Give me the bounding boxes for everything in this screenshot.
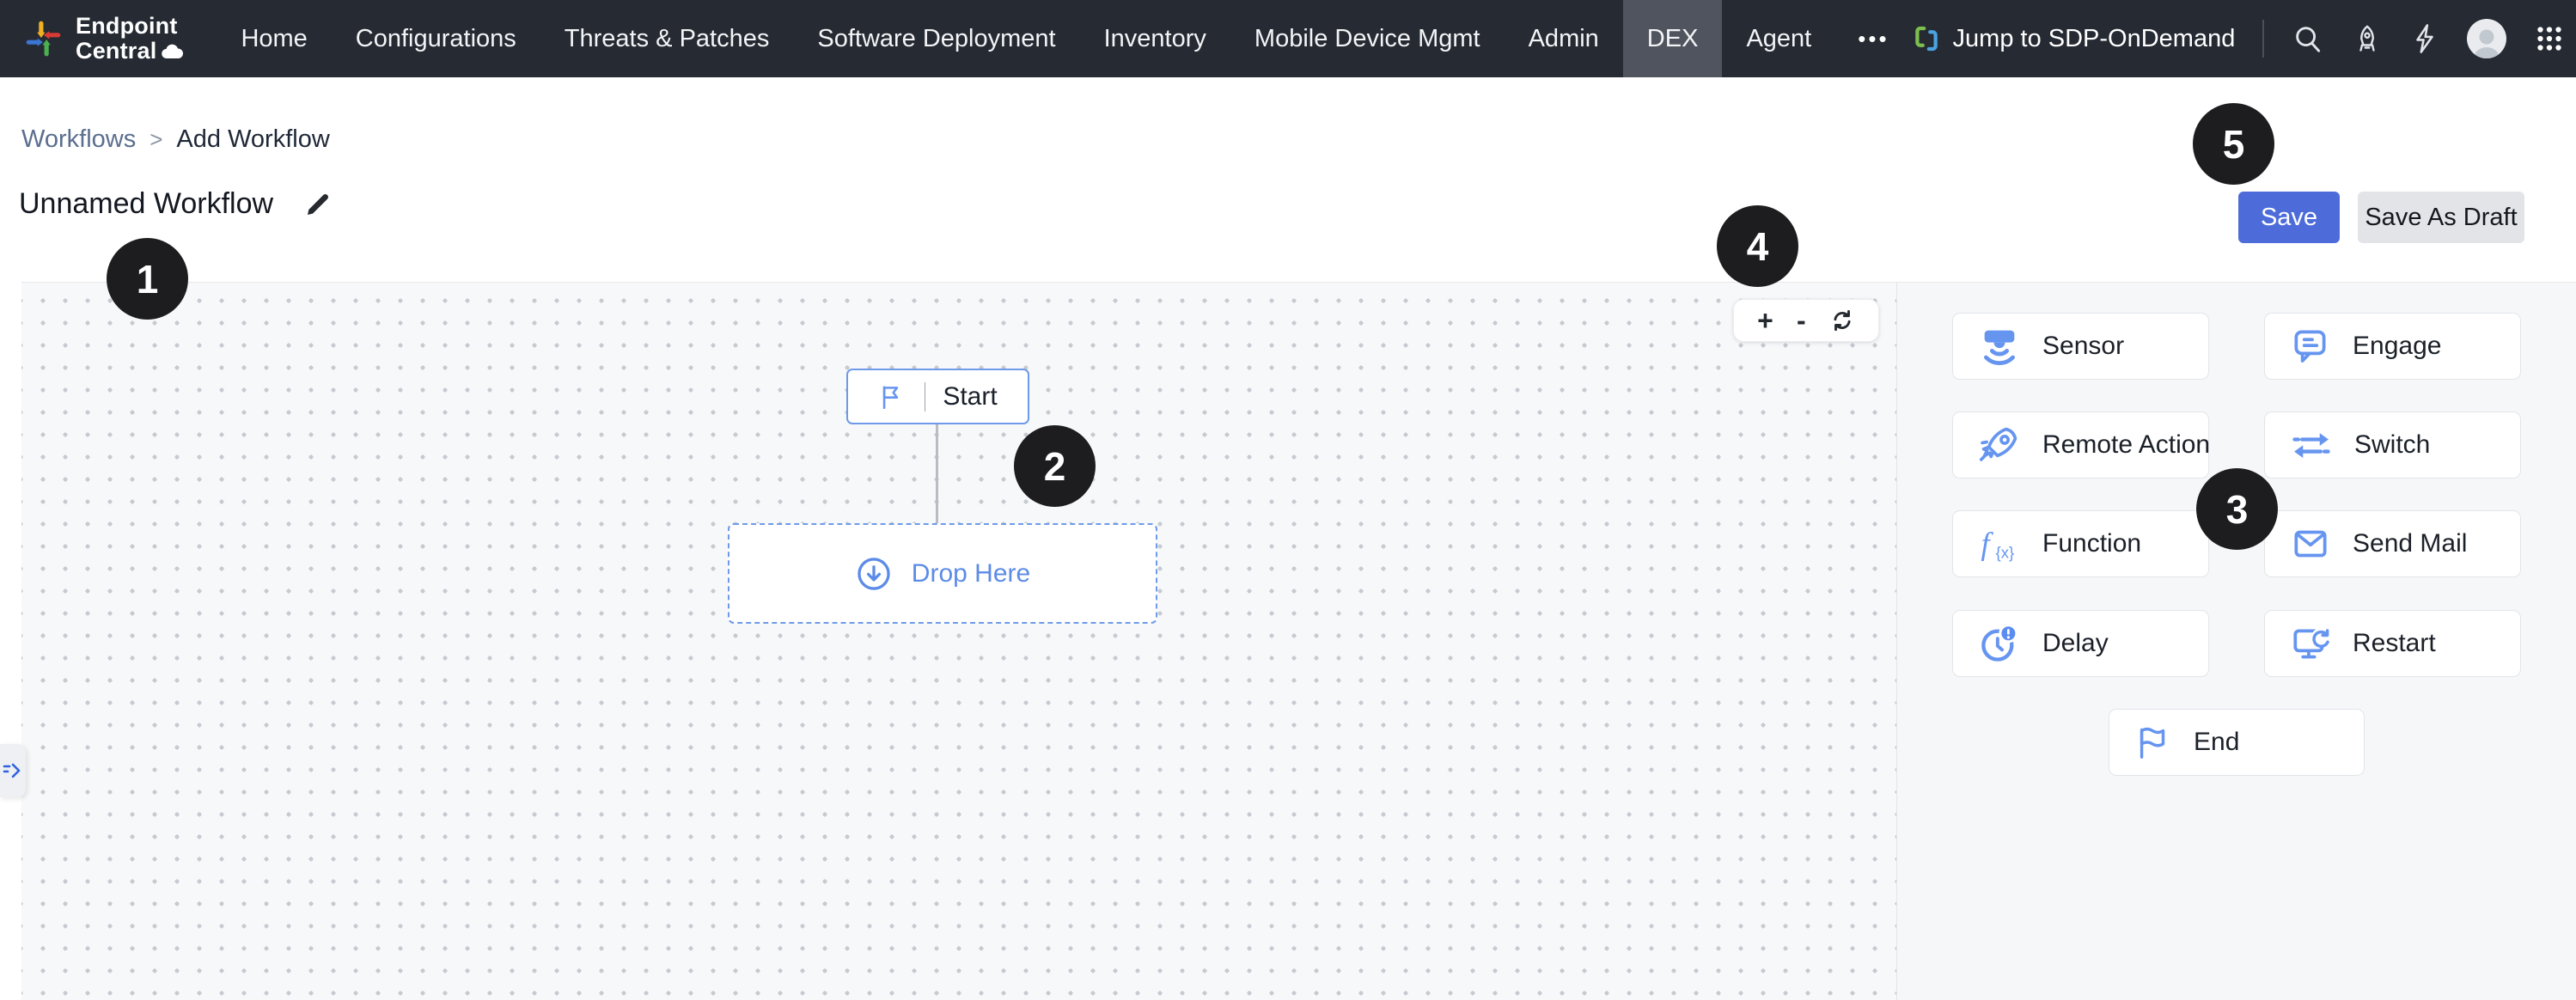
palette-card-delay[interactable]: Delay xyxy=(1952,610,2209,677)
function-icon: f {x} xyxy=(1977,521,2022,566)
sdp-ondemand-icon xyxy=(1912,24,1941,53)
zoom-in-button[interactable]: + xyxy=(1757,307,1773,334)
nav-item-agent[interactable]: Agent xyxy=(1722,0,1835,77)
svg-text:{x}: {x} xyxy=(1996,543,2015,561)
delay-clock-icon xyxy=(1977,621,2022,666)
palette-label: Remote Action xyxy=(2042,430,2210,460)
user-avatar[interactable] xyxy=(2467,19,2506,58)
palette-card-function[interactable]: f {x} Function xyxy=(1952,510,2209,577)
main-nav-menu: Home Configurations Threats & Patches So… xyxy=(217,0,1911,77)
double-chevron-right-icon xyxy=(3,760,23,781)
zoom-out-button[interactable]: - xyxy=(1797,307,1806,334)
breadcrumb-current: Add Workflow xyxy=(176,125,329,154)
palette-card-sensor[interactable]: Sensor xyxy=(1952,313,2209,380)
workflow-title-row: Unnamed Workflow xyxy=(19,187,332,221)
save-button[interactable]: Save xyxy=(2238,192,2340,243)
palette-label: End xyxy=(2194,728,2239,757)
nav-item-software-deployment[interactable]: Software Deployment xyxy=(793,0,1079,77)
breadcrumb-separator: > xyxy=(150,126,162,153)
breadcrumb: Workflows > Add Workflow xyxy=(21,125,330,154)
palette-card-end[interactable]: End xyxy=(2109,709,2365,776)
rocket-icon[interactable] xyxy=(2352,23,2383,54)
palette-card-restart[interactable]: Restart xyxy=(2264,610,2521,677)
jump-to-sdp-label: Jump to SDP-OnDemand xyxy=(1953,25,2236,53)
palette-label: Delay xyxy=(2042,629,2109,658)
start-node-label: Start xyxy=(943,382,997,412)
drop-arrow-icon xyxy=(855,555,893,593)
svg-text:f: f xyxy=(1981,526,1993,561)
annotation-badge-2: 2 xyxy=(1014,425,1096,507)
search-icon[interactable] xyxy=(2292,22,2324,55)
palette-label: Send Mail xyxy=(2353,529,2467,558)
start-flag-icon xyxy=(878,382,907,412)
nav-item-dex[interactable]: DEX xyxy=(1623,0,1723,77)
palette-label: Function xyxy=(2042,529,2141,558)
expand-panel-tab[interactable] xyxy=(0,744,26,797)
annotation-badge-4: 4 xyxy=(1717,205,1798,287)
nav-overflow-menu[interactable]: ••• xyxy=(1835,0,1911,77)
navbar-right-cluster: Jump to SDP-OnDemand xyxy=(1912,0,2576,77)
end-flag-icon xyxy=(2133,723,2173,762)
zoom-reset-icon[interactable] xyxy=(1829,308,1855,333)
remote-action-rocket-icon xyxy=(1977,423,2022,467)
lightning-bolt-icon[interactable] xyxy=(2410,22,2439,55)
send-mail-envelope-icon xyxy=(2289,522,2332,565)
endpoint-central-logo-icon xyxy=(24,19,64,58)
annotation-badge-3: 3 xyxy=(2196,468,2278,550)
drop-here-label: Drop Here xyxy=(912,559,1030,588)
breadcrumb-workflows-link[interactable]: Workflows xyxy=(21,125,136,154)
annotation-badge-5: 5 xyxy=(2193,103,2274,185)
nav-item-threats-patches[interactable]: Threats & Patches xyxy=(540,0,794,77)
brand-name: Endpoint Central xyxy=(76,14,184,64)
nav-item-mobile-device-mgmt[interactable]: Mobile Device Mgmt xyxy=(1230,0,1505,77)
annotation-badge-1: 1 xyxy=(107,238,188,320)
apps-grid-icon[interactable] xyxy=(2534,23,2565,54)
page-title: Unnamed Workflow xyxy=(19,187,273,221)
palette-label: Sensor xyxy=(2042,332,2124,361)
nav-item-inventory[interactable]: Inventory xyxy=(1080,0,1230,77)
palette-label: Engage xyxy=(2353,332,2441,361)
restart-monitor-icon xyxy=(2289,622,2332,665)
nav-item-home[interactable]: Home xyxy=(217,0,331,77)
jump-to-sdp-link[interactable]: Jump to SDP-OnDemand xyxy=(1912,24,2236,53)
navbar-divider xyxy=(2262,20,2264,58)
switch-arrows-icon xyxy=(2289,426,2334,464)
edit-title-pencil-icon[interactable] xyxy=(304,191,332,218)
sensor-icon xyxy=(1977,324,2022,369)
canvas-zoom-toolbar: + - xyxy=(1733,299,1879,342)
cloud-icon xyxy=(162,44,184,59)
top-navbar: Endpoint Central Home Configurations Thr… xyxy=(0,0,2576,77)
workflow-canvas[interactable]: + - Start Drop Here xyxy=(21,282,1896,1000)
header-actions: Save Save As Draft xyxy=(2238,192,2524,243)
save-as-draft-button[interactable]: Save As Draft xyxy=(2358,192,2524,243)
start-node[interactable]: Start xyxy=(846,369,1029,424)
connector-line xyxy=(936,424,938,523)
palette-label: Restart xyxy=(2353,629,2436,658)
left-rail xyxy=(0,282,21,1000)
node-palette-panel: Sensor Engage Remote Action xyxy=(1896,282,2576,1000)
nav-item-admin[interactable]: Admin xyxy=(1505,0,1623,77)
palette-card-remote-action[interactable]: Remote Action xyxy=(1952,412,2209,479)
palette-card-send-mail[interactable]: Send Mail xyxy=(2264,510,2521,577)
brand-logo: Endpoint Central xyxy=(0,0,184,77)
palette-card-engage[interactable]: Engage xyxy=(2264,313,2521,380)
palette-card-switch[interactable]: Switch xyxy=(2264,412,2521,479)
drop-here-zone[interactable]: Drop Here xyxy=(728,523,1157,624)
engage-icon xyxy=(2289,325,2332,368)
nav-item-configurations[interactable]: Configurations xyxy=(332,0,540,77)
palette-label: Switch xyxy=(2354,430,2430,460)
